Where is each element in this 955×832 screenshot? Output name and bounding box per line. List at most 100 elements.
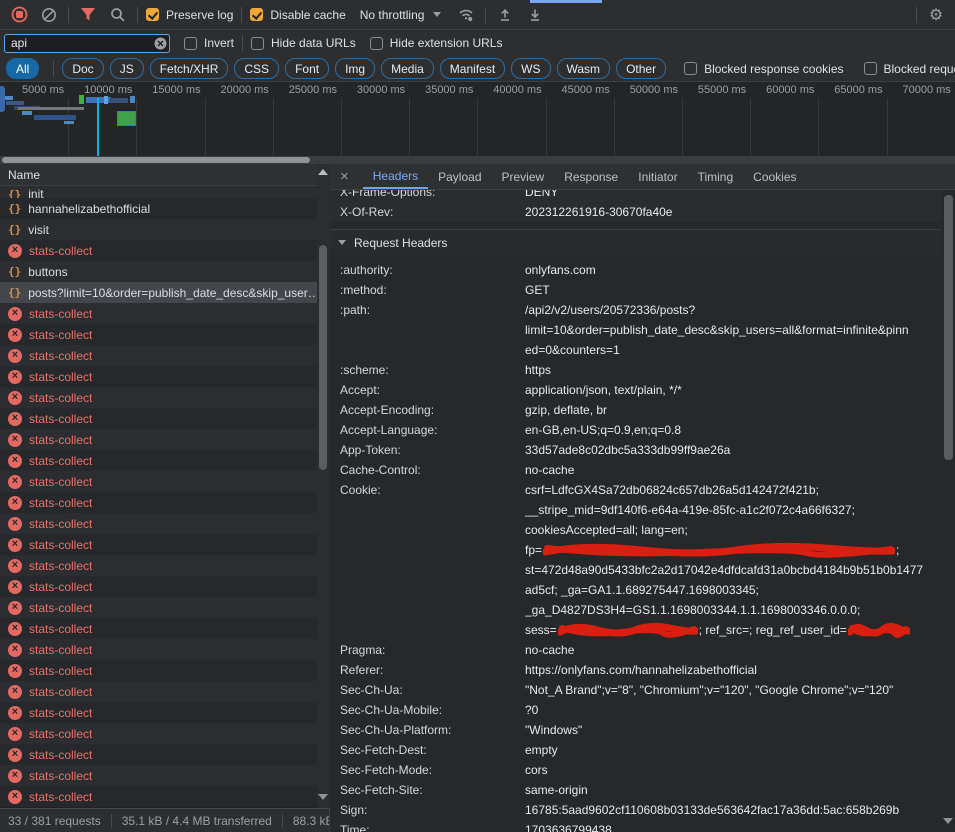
request-row[interactable]: {}hannahelizabethofficial (0, 198, 329, 219)
tab-cookies[interactable]: Cookies (743, 164, 806, 189)
tab-initiator[interactable]: Initiator (628, 164, 687, 189)
request-row[interactable]: {}init (0, 186, 329, 198)
header-value-line: "Not_A Brand";v="8", "Chromium";v="120",… (525, 680, 941, 700)
timeline-tick-label: 40000 ms (493, 84, 541, 96)
name-column-header[interactable]: Name (0, 164, 330, 186)
export-har-icon[interactable] (524, 4, 546, 26)
request-row[interactable]: ×stats-collect (0, 744, 329, 765)
record-button[interactable] (8, 4, 30, 26)
header-row: :path:/api2/v2/users/20572336/posts?limi… (330, 300, 941, 360)
request-row[interactable]: ×stats-collect (0, 534, 329, 555)
blocked-requests-checkbox[interactable]: Blocked requests (864, 62, 955, 76)
filter-pill-manifest[interactable]: Manifest (440, 58, 505, 79)
filter-toggle-icon[interactable] (77, 4, 99, 26)
request-row[interactable]: ×stats-collect (0, 765, 329, 786)
clear-button[interactable] (38, 4, 60, 26)
filter-pill-doc[interactable]: Doc (62, 58, 103, 79)
tab-payload[interactable]: Payload (428, 164, 491, 189)
request-row[interactable]: ×stats-collect (0, 618, 329, 639)
request-list-scrollbar[interactable] (317, 164, 330, 808)
tab-response[interactable]: Response (554, 164, 628, 189)
request-row[interactable]: ×stats-collect (0, 471, 329, 492)
blocked-response-cookies-checkbox[interactable]: Blocked response cookies (684, 62, 843, 76)
request-row[interactable]: ×stats-collect (0, 450, 329, 471)
header-value-line: GET (525, 280, 941, 300)
filter-pill-media[interactable]: Media (381, 58, 434, 79)
filter-pill-js[interactable]: JS (110, 58, 144, 79)
request-name: stats-collect (29, 517, 92, 531)
request-row[interactable]: {}buttons (0, 261, 329, 282)
header-value-line: en-GB,en-US;q=0.9,en;q=0.8 (525, 420, 941, 440)
request-row[interactable]: ×stats-collect (0, 345, 329, 366)
scroll-up-icon[interactable] (318, 169, 328, 175)
filter-pill-all[interactable]: All (6, 58, 39, 79)
header-row: Sec-Fetch-Site:same-origin (330, 780, 941, 800)
settings-gear-icon[interactable]: ⚙ (925, 4, 947, 26)
request-row[interactable]: ×stats-collect (0, 597, 329, 618)
header-row: Sec-Ch-Ua-Mobile:?0 (330, 700, 941, 720)
request-row[interactable]: ×stats-collect (0, 303, 329, 324)
request-row[interactable]: {}visit (0, 219, 329, 240)
scroll-down-icon[interactable] (318, 794, 328, 800)
header-key: Accept: (330, 380, 525, 400)
header-value-text: _ga_D4827DS3H4=GS1.1.1698003344.1.1.1698… (525, 603, 860, 617)
hide-extension-urls-checkbox[interactable]: Hide extension URLs (370, 36, 503, 50)
request-name: stats-collect (29, 328, 92, 342)
request-row[interactable]: ×stats-collect (0, 681, 329, 702)
import-har-icon[interactable] (494, 4, 516, 26)
scrollbar-thumb[interactable] (319, 245, 327, 470)
clear-input-icon[interactable] (154, 37, 167, 50)
request-row[interactable]: ×stats-collect (0, 492, 329, 513)
hide-data-urls-checkbox[interactable]: Hide data URLs (251, 36, 356, 50)
request-row[interactable]: ×stats-collect (0, 408, 329, 429)
request-row[interactable]: ×stats-collect (0, 513, 329, 534)
overview-scrollbar[interactable] (0, 156, 955, 164)
close-icon[interactable]: × (340, 168, 349, 185)
request-name: visit (28, 223, 49, 237)
filter-pill-ws[interactable]: WS (511, 58, 550, 79)
request-row[interactable]: ×stats-collect (0, 366, 329, 387)
throttling-dropdown[interactable]: No throttling (360, 8, 442, 22)
invert-checkbox[interactable]: Invert (184, 36, 234, 50)
detail-scrollbar[interactable] (941, 190, 955, 832)
request-row[interactable]: ×stats-collect (0, 786, 329, 807)
scroll-down-icon[interactable] (943, 818, 953, 824)
network-filter-input[interactable] (4, 34, 170, 53)
timeline-tick-label: 10000 ms (84, 84, 132, 96)
request-row[interactable]: ×stats-collect (0, 576, 329, 597)
request-headers-section[interactable]: Request Headers (330, 229, 941, 255)
tab-timing[interactable]: Timing (688, 164, 744, 189)
request-row[interactable]: ×stats-collect (0, 324, 329, 345)
timeline-overview[interactable]: 5000 ms10000 ms15000 ms20000 ms25000 ms3… (0, 82, 955, 156)
filter-pill-css[interactable]: CSS (234, 58, 279, 79)
network-conditions-icon[interactable] (455, 4, 477, 26)
filter-pill-fetch-xhr[interactable]: Fetch/XHR (150, 58, 229, 79)
filter-pill-font[interactable]: Font (285, 58, 329, 79)
disable-cache-checkbox[interactable]: Disable cache (250, 8, 345, 22)
timeline-gridline (205, 98, 206, 156)
request-row[interactable]: ×stats-collect (0, 555, 329, 576)
request-row[interactable]: {}posts?limit=10&order=publish_date_desc… (0, 282, 329, 303)
request-row[interactable]: ×stats-collect (0, 660, 329, 681)
filter-pill-wasm[interactable]: Wasm (557, 58, 611, 79)
overview-range-handle[interactable] (0, 86, 5, 112)
filter-pill-img[interactable]: Img (335, 58, 375, 79)
search-icon[interactable] (107, 4, 129, 26)
request-row[interactable]: ×stats-collect (0, 702, 329, 723)
request-row[interactable]: ×stats-collect (0, 429, 329, 450)
header-value-line: ed=0&counters=1 (525, 340, 941, 360)
header-row: Sec-Ch-Ua-Platform:"Windows" (330, 720, 941, 740)
request-row[interactable]: ×stats-collect (0, 639, 329, 660)
blocked-requests-label: Blocked requests (884, 62, 955, 76)
request-row[interactable]: ×stats-collect (0, 387, 329, 408)
tab-headers[interactable]: Headers (363, 164, 428, 189)
request-row[interactable]: ×stats-collect (0, 240, 329, 261)
preserve-log-checkbox[interactable]: Preserve log (146, 8, 233, 22)
tab-preview[interactable]: Preview (492, 164, 555, 189)
filter-pill-other[interactable]: Other (616, 58, 666, 79)
header-value-text: limit=10&order=publish_date_desc&skip_us… (525, 323, 909, 337)
scrollbar-thumb[interactable] (2, 157, 310, 163)
request-name: stats-collect (29, 244, 92, 258)
scrollbar-thumb[interactable] (944, 195, 953, 460)
request-row[interactable]: ×stats-collect (0, 723, 329, 744)
